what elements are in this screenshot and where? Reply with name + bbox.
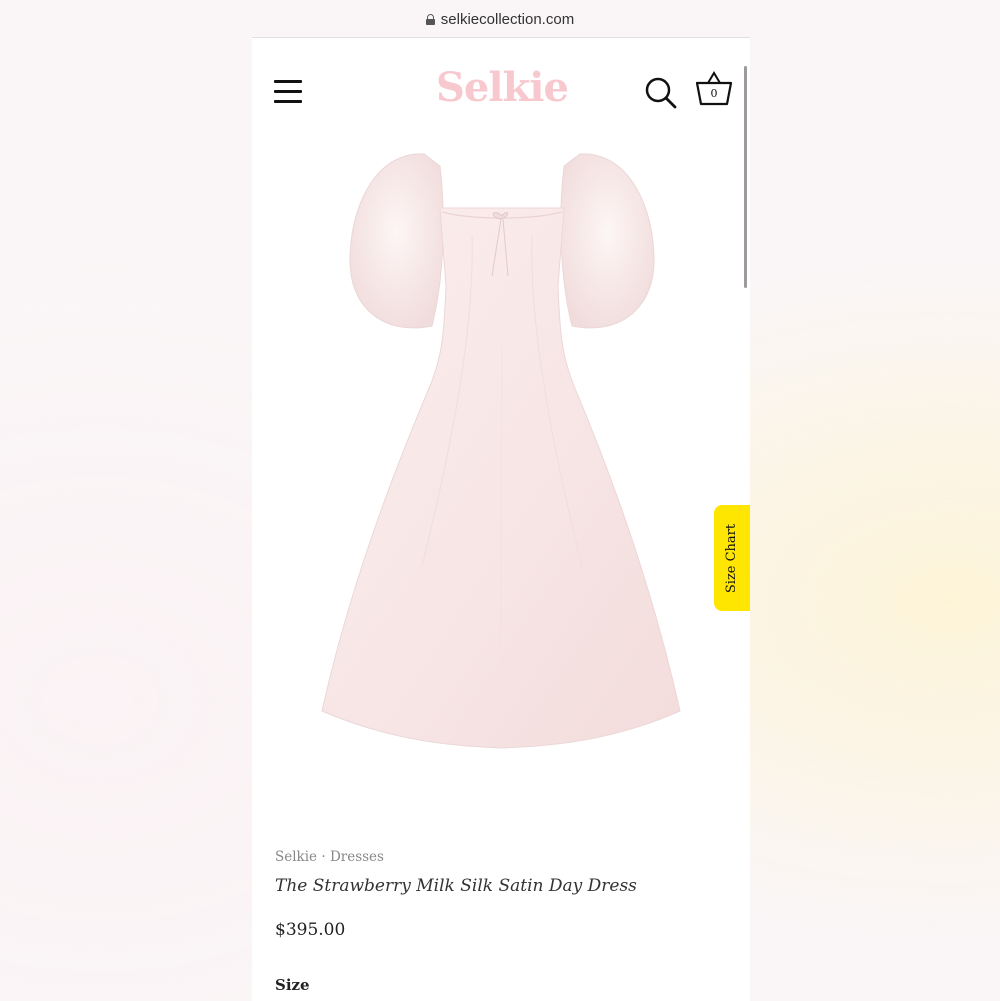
scrollbar[interactable] — [744, 66, 747, 288]
cart-count-badge: 0 — [710, 87, 718, 100]
size-chart-tab[interactable]: Size Chart — [714, 505, 750, 611]
lock-icon — [425, 13, 435, 25]
browser-url-bar[interactable]: selkiecollection.com — [0, 0, 1000, 38]
page-viewport: Selkie 0 Size Chart Selkie · Dresses The… — [252, 37, 750, 1001]
breadcrumb-category-link[interactable]: Dresses — [330, 849, 384, 865]
basket-icon[interactable]: 0 — [694, 70, 734, 110]
product-title: The Strawberry Milk Silk Satin Day Dress — [275, 876, 637, 896]
breadcrumb-separator: · — [321, 849, 326, 865]
product-price: $395.00 — [275, 920, 346, 940]
url-text: selkiecollection.com — [440, 10, 575, 28]
site-header: Selkie 0 — [252, 38, 750, 138]
size-label: Size — [275, 976, 310, 994]
dress-illustration — [321, 153, 681, 749]
hamburger-menu-icon[interactable] — [274, 80, 302, 104]
breadcrumb-brand-link[interactable]: Selkie — [275, 849, 317, 865]
product-image[interactable] — [312, 146, 692, 756]
breadcrumb: Selkie · Dresses — [275, 849, 384, 865]
site-logo[interactable]: Selkie — [422, 64, 582, 111]
size-chart-label: Size Chart — [724, 523, 740, 593]
search-icon[interactable] — [644, 76, 678, 110]
